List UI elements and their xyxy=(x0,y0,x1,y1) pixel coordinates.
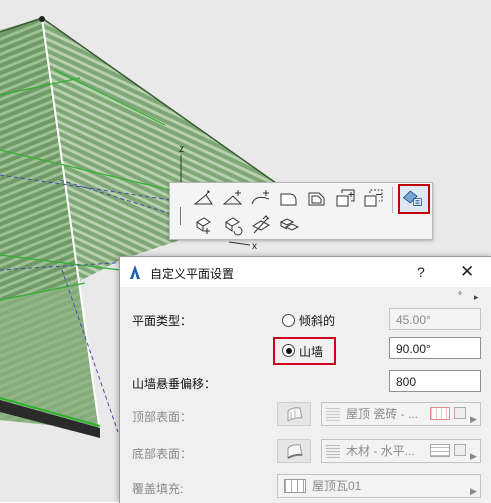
gable-offset-label: 山墙悬垂偏移： xyxy=(132,377,217,391)
add-polygon-tool[interactable] xyxy=(334,187,358,209)
add-polygon-icon xyxy=(336,189,355,207)
fillet-corner-icon xyxy=(280,193,297,206)
split-plane-icon xyxy=(251,215,271,234)
cover-fill-picker[interactable]: 屋顶瓦01 ▶ xyxy=(277,474,481,498)
top-surface-label: 顶部表面： xyxy=(132,410,193,424)
palette-grip[interactable] xyxy=(180,207,181,225)
split-plane-tool[interactable] xyxy=(249,214,273,236)
custom-plane-settings-dialog: 自定义平面设置 ? ✕ ° ▸ 平面类型： 倾斜的 45.00° 山墙 90.0… xyxy=(119,256,491,503)
offset-all-edges-tool[interactable] xyxy=(192,214,216,236)
dropdown-arrow-icon: ▶ xyxy=(470,414,477,424)
gable-option-label[interactable]: 山墙 xyxy=(299,343,323,360)
top-surface-override-button[interactable] xyxy=(277,402,311,426)
help-button[interactable]: ? xyxy=(417,264,425,280)
fill-pattern-icon xyxy=(284,479,306,493)
rotate-edge-tool[interactable] xyxy=(221,214,245,236)
chamfer-corner-tool[interactable] xyxy=(305,187,329,209)
fillet-corner-tool[interactable] xyxy=(277,187,301,209)
material-swatch-icon xyxy=(326,445,340,458)
subtract-polygon-icon xyxy=(364,189,383,207)
custom-plane-settings-icon xyxy=(402,190,422,206)
offset-all-edges-icon xyxy=(196,217,211,234)
palette-separator xyxy=(392,187,393,213)
dropdown-arrow-icon: ▶ xyxy=(470,451,477,461)
merge-planes-tool[interactable] xyxy=(277,214,301,236)
gable-offset-field[interactable]: 800 xyxy=(389,370,481,392)
subtract-polygon-tool[interactable] xyxy=(362,187,386,209)
top-surface-picker[interactable]: 屋顶 瓷砖 - ... ▶ xyxy=(321,402,481,426)
dialog-titlebar[interactable]: 自定义平面设置 ? ✕ xyxy=(120,257,491,287)
dropdown-arrow-icon: ▶ xyxy=(470,486,477,496)
ridge-vertex[interactable] xyxy=(39,16,45,22)
top-surface-value: 屋顶 瓷砖 - ... xyxy=(346,407,419,421)
collapse-marker: ° xyxy=(458,291,462,302)
material-swatch-icon xyxy=(326,408,340,421)
axis-x-label: x xyxy=(252,241,257,252)
surface-override-icon xyxy=(287,444,303,459)
arc-edge-tool[interactable] xyxy=(249,187,273,209)
merge-planes-icon xyxy=(279,218,300,231)
move-point-tool[interactable] xyxy=(192,187,216,209)
gable-radio-dot xyxy=(285,347,292,354)
pet-palette xyxy=(169,182,433,240)
gable-radio[interactable] xyxy=(282,344,295,357)
add-point-icon xyxy=(222,190,243,205)
gable-angle-field[interactable]: 90.00° xyxy=(389,337,481,359)
bottom-surface-picker[interactable]: 木材 - 水平... ▶ xyxy=(321,439,481,463)
surface-override-icon xyxy=(287,407,303,422)
close-button[interactable]: ✕ xyxy=(460,262,474,282)
bottom-surface-override-button[interactable] xyxy=(277,439,311,463)
arc-edge-icon xyxy=(251,190,270,205)
tile-pattern-icon xyxy=(430,407,450,420)
wood-pattern-icon xyxy=(430,444,450,457)
custom-plane-settings-tool[interactable] xyxy=(398,184,430,214)
slope-option-label[interactable]: 倾斜的 xyxy=(299,312,335,329)
move-point-icon xyxy=(193,190,213,205)
texture-settings-icon xyxy=(454,444,466,456)
rotate-edge-icon xyxy=(225,217,243,236)
slope-radio[interactable] xyxy=(282,314,295,327)
bottom-surface-label: 底部表面： xyxy=(132,447,193,461)
chamfer-corner-icon xyxy=(308,192,325,206)
dialog-title: 自定义平面设置 xyxy=(150,267,235,281)
plane-type-label: 平面类型： xyxy=(132,314,193,328)
cover-fill-label: 覆盖填充: xyxy=(132,482,184,496)
texture-settings-icon xyxy=(454,407,466,419)
axis-z-label: z xyxy=(179,144,184,155)
archicad-app-icon xyxy=(130,265,140,279)
collapse-arrow-icon[interactable]: ▸ xyxy=(474,292,479,303)
bottom-surface-value: 木材 - 水平... xyxy=(346,444,415,458)
cover-fill-value: 屋顶瓦01 xyxy=(312,479,362,493)
add-point-tool[interactable] xyxy=(221,187,245,209)
slope-angle-field: 45.00° xyxy=(389,308,481,330)
